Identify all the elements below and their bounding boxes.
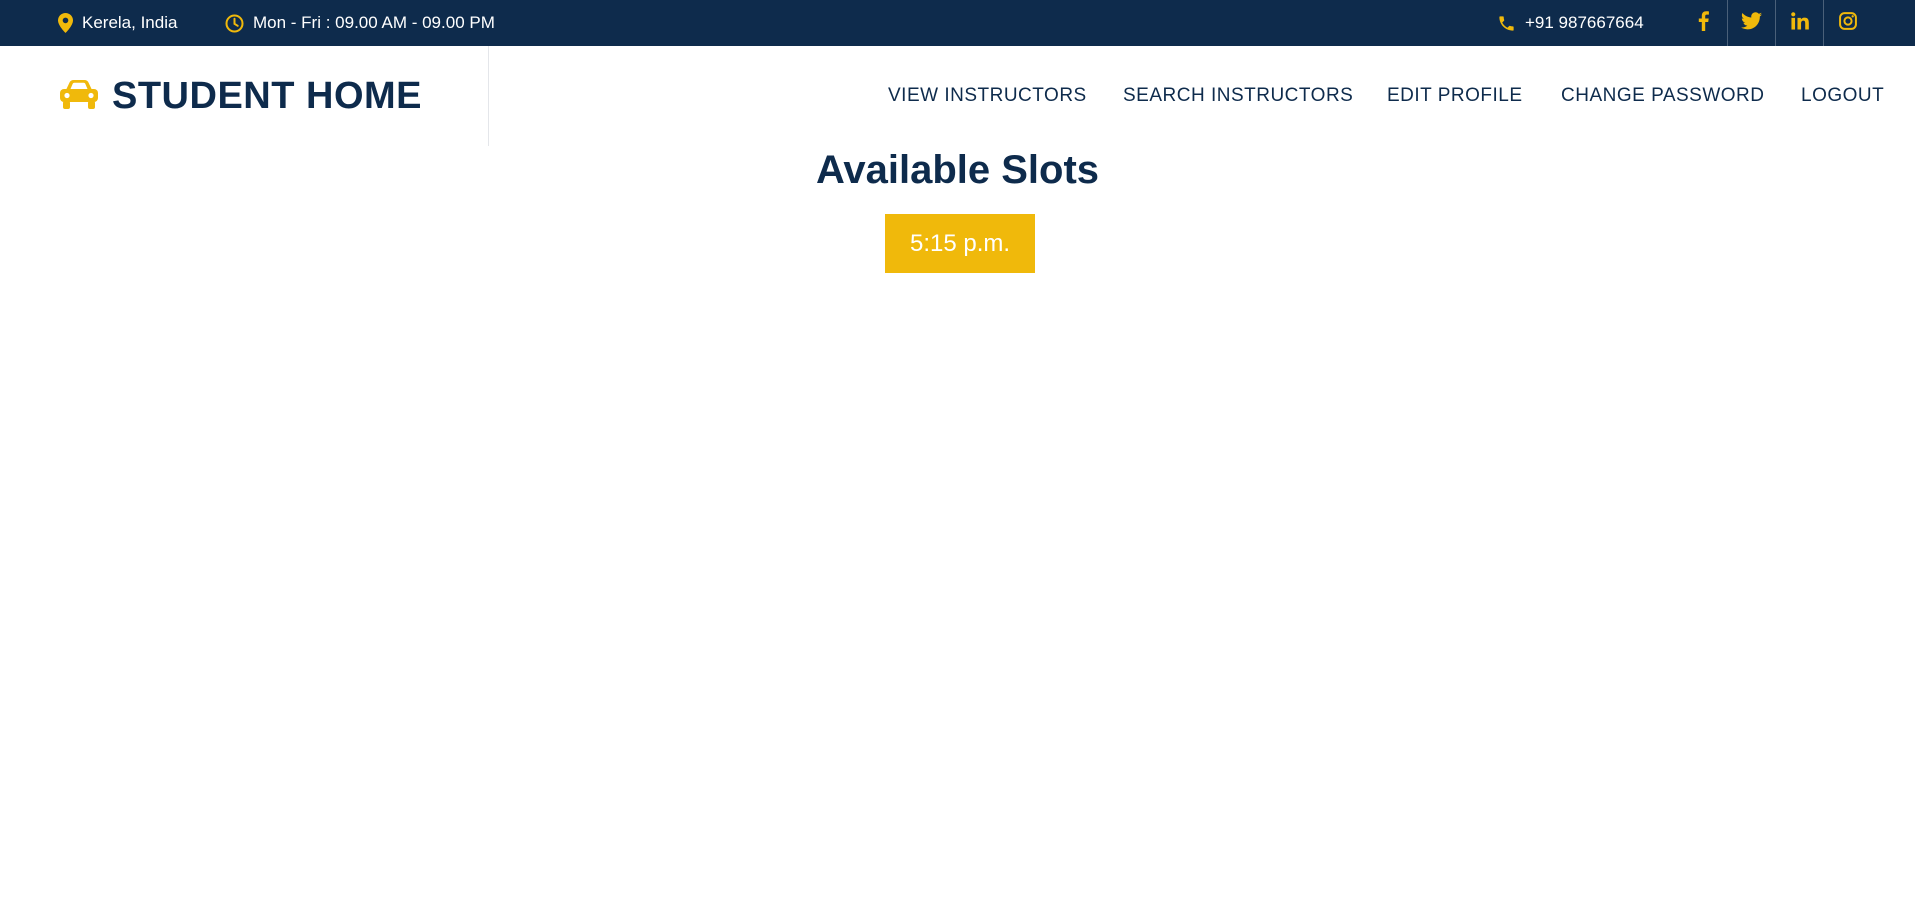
linkedin-link[interactable] — [1775, 0, 1823, 46]
phone-info[interactable]: +91 987667664 — [1497, 0, 1644, 46]
phone-icon — [1497, 14, 1516, 33]
nav-logout[interactable]: LOGOUT — [1801, 46, 1884, 146]
twitter-link[interactable] — [1727, 0, 1775, 46]
main-header: STUDENT HOME VIEW INSTRUCTORS SEARCH INS… — [0, 46, 1915, 146]
header-divider — [488, 46, 489, 146]
top-bar: Kerela, India Mon - Fri : 09.00 AM - 09.… — [0, 0, 1915, 46]
location-info: Kerela, India — [58, 0, 177, 46]
nav-search-instructors[interactable]: SEARCH INSTRUCTORS — [1123, 46, 1353, 146]
car-icon — [58, 78, 100, 115]
slot-button[interactable]: 5:15 p.m. — [885, 214, 1035, 273]
twitter-icon — [1741, 11, 1762, 35]
map-pin-icon — [58, 13, 73, 33]
hours-info: Mon - Fri : 09.00 AM - 09.00 PM — [225, 0, 495, 46]
page-title: Available Slots — [815, 148, 1100, 192]
linkedin-icon — [1790, 11, 1809, 35]
nav-edit-profile[interactable]: EDIT PROFILE — [1387, 46, 1523, 146]
nav-view-instructors[interactable]: VIEW INSTRUCTORS — [888, 46, 1087, 146]
hours-text: Mon - Fri : 09.00 AM - 09.00 PM — [253, 13, 495, 32]
location-text: Kerela, India — [82, 13, 178, 32]
nav-change-password[interactable]: CHANGE PASSWORD — [1561, 46, 1765, 146]
instagram-icon — [1838, 11, 1857, 35]
brand-title: STUDENT HOME — [112, 74, 422, 117]
brand[interactable]: STUDENT HOME — [58, 46, 422, 146]
instagram-link[interactable] — [1823, 0, 1871, 46]
phone-text: +91 987667664 — [1525, 13, 1644, 32]
clock-icon — [225, 14, 244, 33]
facebook-icon — [1698, 10, 1709, 36]
facebook-link[interactable] — [1679, 0, 1727, 46]
